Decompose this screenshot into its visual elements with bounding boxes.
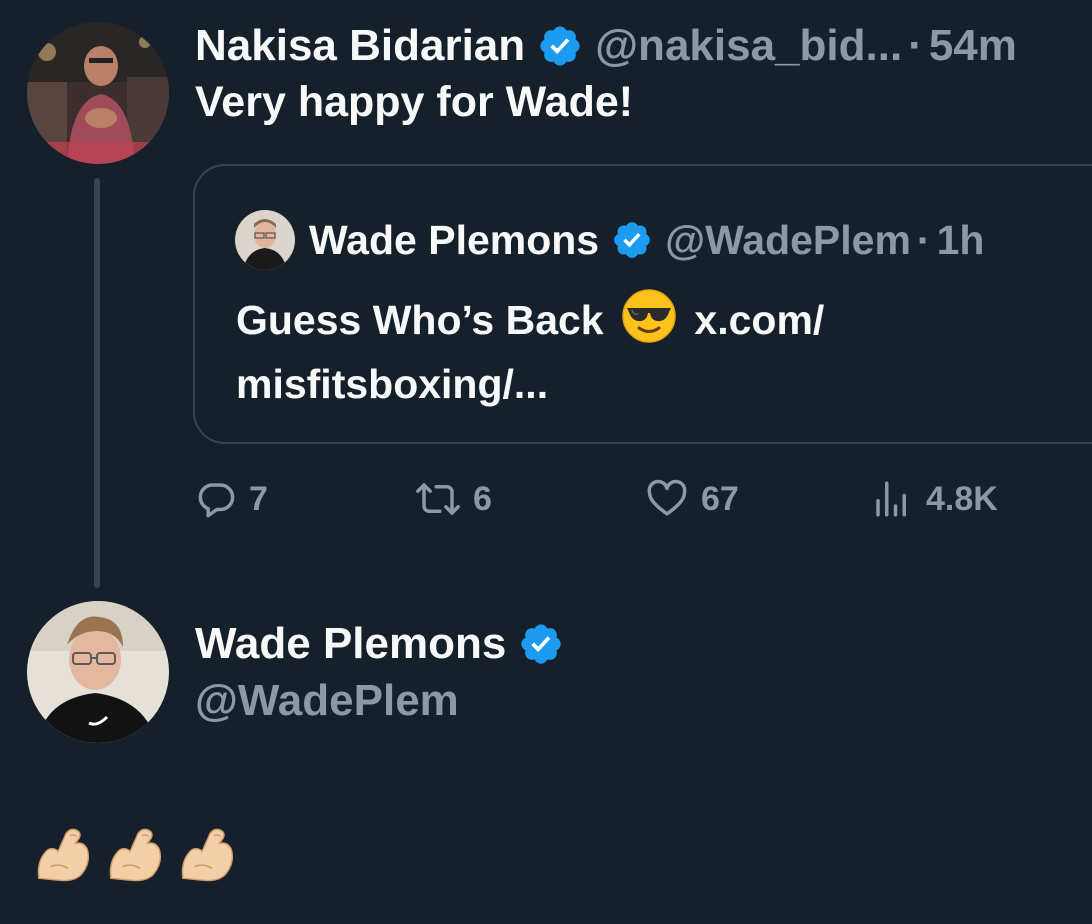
verified-badge-icon[interactable] <box>537 23 583 69</box>
heart-icon <box>647 479 687 516</box>
quoted-author-avatar <box>235 210 295 270</box>
quoted-text-start: Guess Who’s Back <box>236 297 604 343</box>
retweet-button[interactable]: 6 <box>415 474 492 524</box>
like-count: 67 <box>701 479 739 518</box>
wade-avatar[interactable] <box>27 601 169 743</box>
retweet-icon <box>416 483 460 515</box>
profile-display-name[interactable]: Wade Plemons <box>195 619 506 669</box>
reply-tweet-text: Very happy for Wade! <box>195 78 634 126</box>
quoted-timestamp: 1h <box>936 216 985 263</box>
profile-handle[interactable]: @WadePlem <box>195 676 459 726</box>
view-count: 4.8K <box>926 479 998 518</box>
reply-author-name[interactable]: Nakisa Bidarian <box>195 21 525 71</box>
like-button[interactable]: 67 <box>645 474 739 524</box>
flexed-biceps-icon <box>177 824 249 886</box>
quoted-link-end[interactable]: misfitsboxing/... <box>236 361 548 407</box>
reply-icon <box>198 483 235 518</box>
reply-tweet-header: Nakisa Bidarian @nakisa_bid... · 54m <box>195 16 1017 76</box>
sunglasses-emoji-icon <box>621 288 677 344</box>
tweet-thread: Nakisa Bidarian @nakisa_bid... · 54m Ver… <box>0 0 1092 924</box>
views-button[interactable]: 4.8K <box>870 474 998 524</box>
reply-count: 7 <box>249 479 268 518</box>
profile-name-row: Wade Plemons <box>195 614 576 674</box>
quoted-tweet-text: Guess Who’s Back x.com/ misfitsboxing/..… <box>236 288 936 416</box>
verified-badge-icon[interactable] <box>518 621 564 667</box>
retweet-count: 6 <box>473 479 492 518</box>
verified-badge-icon <box>611 219 653 261</box>
tweet-action-bar: 7 6 67 4.8K <box>195 474 1075 524</box>
flexed-biceps-icon <box>33 824 105 886</box>
reply-author-handle[interactable]: @nakisa_bid... <box>595 21 902 71</box>
flexed-biceps-icon <box>105 824 177 886</box>
reply-emoji-content <box>33 820 249 890</box>
nakisa-avatar[interactable] <box>27 22 169 164</box>
reply-timestamp[interactable]: 54m <box>929 21 1017 71</box>
thread-connector-line <box>94 178 100 588</box>
quoted-link-start[interactable]: x.com/ <box>694 297 824 343</box>
separator-dot: · <box>908 21 923 70</box>
quoted-tweet-card[interactable]: Wade Plemons @WadePlem · 1h Guess Who’s … <box>193 164 1092 444</box>
views-chart-icon <box>876 481 906 517</box>
quoted-author-name: Wade Plemons <box>309 216 600 263</box>
quoted-tweet-header: Wade Plemons @WadePlem · 1h <box>235 210 984 270</box>
quoted-author-handle: @WadePlem <box>665 216 911 263</box>
reply-button[interactable]: 7 <box>195 474 268 524</box>
separator-dot: · <box>916 216 931 263</box>
